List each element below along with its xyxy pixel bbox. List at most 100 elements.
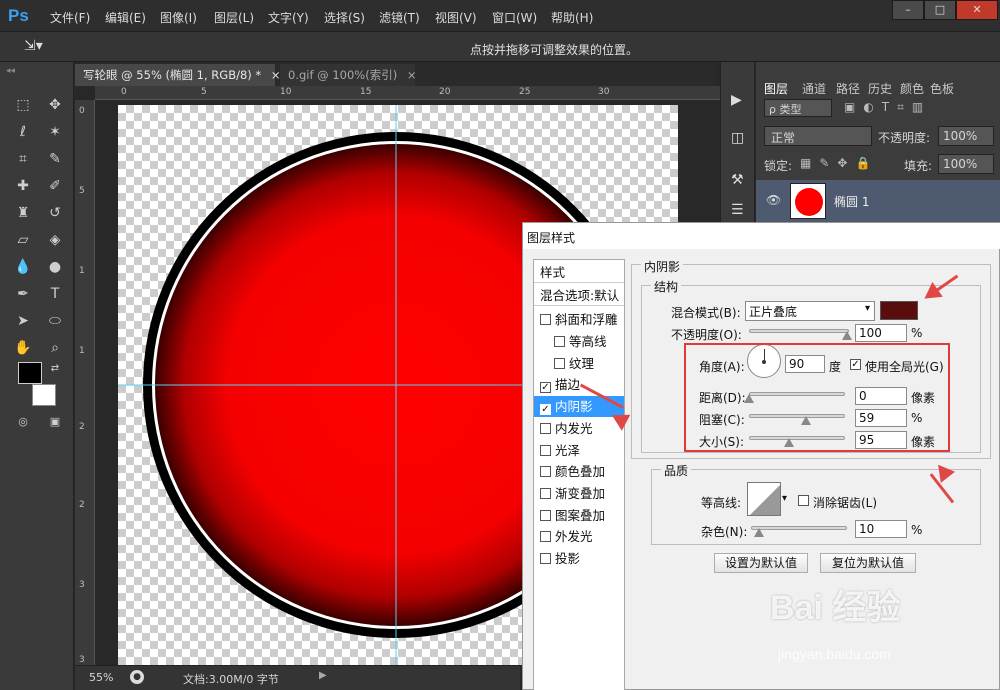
checkbox[interactable]: [540, 423, 551, 434]
tab-active-document[interactable]: 写轮眼 @ 55% (椭圆 1, RGB/8) * ×: [75, 64, 280, 86]
opacity-input[interactable]: 100: [855, 324, 907, 342]
checkbox[interactable]: [540, 445, 551, 456]
style-bevel-emboss[interactable]: 斜面和浮雕: [534, 309, 624, 330]
style-drop-shadow[interactable]: 投影: [534, 548, 624, 569]
checkbox[interactable]: [540, 314, 551, 325]
healing-brush-icon[interactable]: ✚: [12, 176, 34, 196]
chevron-down-icon[interactable]: ▾: [782, 493, 787, 504]
marquee-tool-icon[interactable]: ⬚: [12, 95, 34, 115]
magic-wand-icon[interactable]: ✶: [44, 122, 66, 142]
move-tool-icon[interactable]: ✥: [44, 95, 66, 115]
style-color-overlay[interactable]: 颜色叠加: [534, 461, 624, 482]
checkbox[interactable]: [540, 488, 551, 499]
blend-mode-select[interactable]: 正常: [764, 126, 872, 146]
noise-input[interactable]: 10: [855, 520, 907, 538]
style-stroke[interactable]: ✓ 描边: [534, 374, 624, 395]
opacity-input[interactable]: 100%: [938, 126, 994, 146]
move-tool-icon[interactable]: ⇲▾: [24, 38, 58, 56]
shadow-color-swatch[interactable]: [880, 301, 918, 320]
tab-document-2[interactable]: 0.gif @ 100%(索引) ×: [280, 64, 417, 86]
background-color-swatch[interactable]: [32, 384, 56, 406]
history-brush-icon[interactable]: ↺: [44, 203, 66, 223]
pen-tool-icon[interactable]: ✒: [12, 284, 34, 304]
menu-file[interactable]: 文件(F): [50, 9, 90, 26]
zoom-level[interactable]: 55%: [89, 671, 113, 684]
quick-mask-icon[interactable]: ◎: [12, 412, 34, 432]
menu-view[interactable]: 视图(V): [435, 9, 477, 26]
eyedropper-icon[interactable]: ✎: [44, 149, 66, 169]
menu-image[interactable]: 图像(I): [160, 9, 197, 26]
menu-edit[interactable]: 编辑(E): [105, 9, 146, 26]
eraser-tool-icon[interactable]: ▱: [12, 230, 34, 250]
opacity-slider-thumb[interactable]: [842, 331, 852, 340]
style-satin[interactable]: 光泽: [534, 440, 624, 461]
tab-close-icon[interactable]: ×: [407, 68, 417, 82]
screen-mode-icon[interactable]: ▣: [44, 412, 66, 432]
reset-default-button[interactable]: 复位为默认值: [820, 553, 916, 573]
layer-name[interactable]: 椭圆 1: [834, 193, 869, 210]
paint-bucket-icon[interactable]: ◈: [44, 230, 66, 250]
menu-select[interactable]: 选择(S): [324, 9, 365, 26]
play-actions-icon[interactable]: ▶: [731, 92, 742, 108]
menu-window[interactable]: 窗口(W): [492, 9, 537, 26]
stamp-tool-icon[interactable]: ♜: [12, 203, 34, 223]
filter-icons[interactable]: ▣◐T⌗▥: [844, 100, 931, 115]
tab-channels[interactable]: 通道: [802, 80, 826, 97]
layer-filter-select[interactable]: ρ 类型: [764, 99, 832, 117]
tab-swatches[interactable]: 色板: [930, 80, 954, 97]
style-contour[interactable]: 等高线: [534, 331, 624, 352]
checkbox-checked[interactable]: ✓: [540, 404, 551, 415]
type-tool-icon[interactable]: T: [44, 284, 66, 304]
make-default-button[interactable]: 设置为默认值: [714, 553, 808, 573]
contour-preview[interactable]: [747, 482, 781, 516]
tab-color[interactable]: 颜色: [900, 80, 924, 97]
tool-presets-icon[interactable]: ⚒: [731, 172, 744, 188]
tab-paths[interactable]: 路径: [836, 80, 860, 97]
noise-slider-thumb[interactable]: [754, 528, 764, 537]
brush-tool-icon[interactable]: ✐: [44, 176, 66, 196]
menu-filter[interactable]: 滤镜(T): [379, 9, 420, 26]
opacity-slider[interactable]: [749, 329, 849, 333]
tab-layers[interactable]: 图层: [764, 80, 788, 97]
layer-row[interactable]: 👁 椭圆 1: [756, 180, 1000, 222]
styles-header[interactable]: 样式: [534, 262, 624, 283]
3d-panel-icon[interactable]: ◫: [731, 130, 744, 146]
checkbox[interactable]: [540, 531, 551, 542]
style-pattern-overlay[interactable]: 图案叠加: [534, 505, 624, 526]
collapse-icon[interactable]: ◂◂: [6, 66, 15, 76]
checkbox[interactable]: [540, 510, 551, 521]
style-gradient-overlay[interactable]: 渐变叠加: [534, 483, 624, 504]
checkbox[interactable]: [540, 553, 551, 564]
checkbox[interactable]: [554, 336, 565, 347]
foreground-color-swatch[interactable]: [18, 362, 42, 384]
blending-options-item[interactable]: 混合选项:默认: [534, 285, 624, 306]
crop-tool-icon[interactable]: ⌗: [12, 149, 34, 169]
status-arrow-icon[interactable]: ▶: [319, 670, 327, 681]
blend-mode-select[interactable]: 正片叠底 ▾: [745, 301, 875, 321]
menu-layer[interactable]: 图层(L): [214, 9, 254, 26]
close-button[interactable]: ✕: [956, 0, 998, 20]
maximize-button[interactable]: □: [924, 0, 956, 20]
fill-input[interactable]: 100%: [938, 154, 994, 174]
style-texture[interactable]: 纹理: [534, 353, 624, 374]
minimize-button[interactable]: –: [892, 0, 924, 20]
visibility-eye-icon[interactable]: 👁: [766, 193, 781, 207]
path-select-icon[interactable]: ➤: [12, 311, 34, 331]
ellipse-tool-icon[interactable]: ⬭: [44, 311, 66, 331]
dodge-tool-icon[interactable]: ●: [44, 257, 66, 277]
tab-history[interactable]: 历史: [868, 80, 892, 97]
menu-type[interactable]: 文字(Y): [268, 9, 309, 26]
checkbox[interactable]: [554, 358, 565, 369]
zoom-tool-icon[interactable]: ⌕: [44, 338, 66, 358]
blur-tool-icon[interactable]: 💧: [12, 257, 34, 277]
style-outer-glow[interactable]: 外发光: [534, 526, 624, 547]
adjustments-icon[interactable]: ☰: [731, 202, 744, 218]
menu-help[interactable]: 帮助(H): [551, 9, 593, 26]
status-info-icon[interactable]: ●: [130, 670, 144, 684]
noise-slider[interactable]: [751, 526, 847, 530]
checkbox-checked[interactable]: ✓: [540, 382, 551, 393]
swap-colors-icon[interactable]: ⇄: [44, 359, 66, 379]
checkbox[interactable]: [540, 466, 551, 477]
lasso-tool-icon[interactable]: ℓ: [12, 122, 34, 142]
hand-tool-icon[interactable]: ✋: [12, 338, 34, 358]
